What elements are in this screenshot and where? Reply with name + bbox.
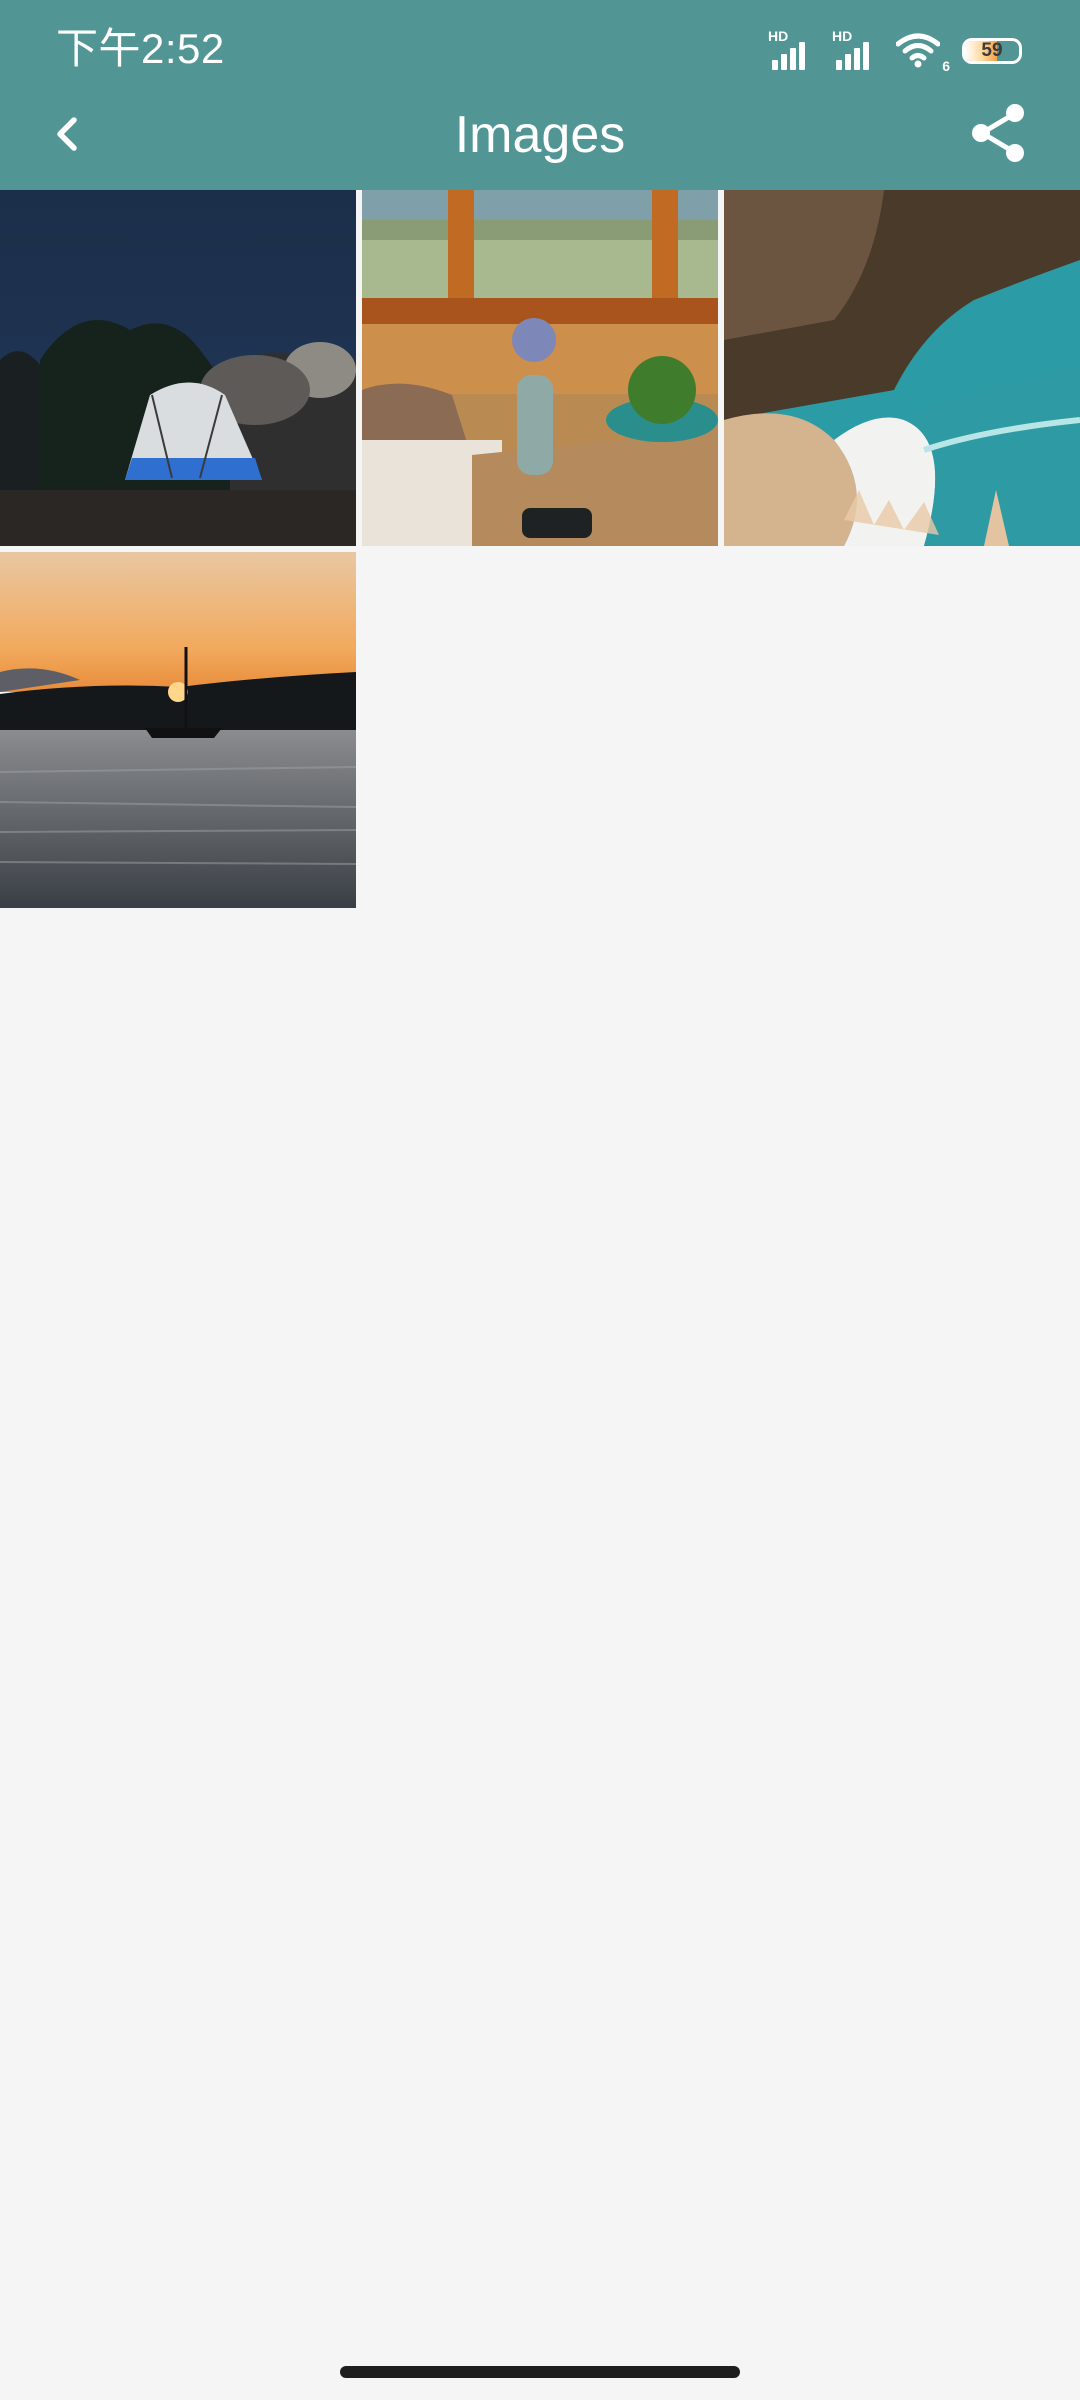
share-icon (972, 104, 1024, 162)
screen: 下午2:52 HD HD 6 59 Images (0, 0, 1080, 2400)
battery-icon: 59 (962, 38, 1022, 64)
image-thumbnail-tent[interactable] (0, 190, 356, 546)
page-title: Images (454, 106, 626, 164)
wifi-icon: 6 (895, 32, 950, 74)
home-indicator[interactable] (340, 2366, 740, 2378)
signal-icon: HD (768, 28, 814, 72)
image-thumbnail-sailboat[interactable] (0, 552, 356, 908)
share-button[interactable] (968, 102, 1030, 164)
top-app-bar: 下午2:52 HD HD 6 59 Images (0, 0, 1080, 190)
image-thumbnail-cabin[interactable] (362, 190, 718, 546)
wifi-badge: 6 (942, 58, 950, 74)
signal-icon: HD (832, 28, 878, 72)
battery-percent: 59 (981, 40, 1003, 61)
status-icons: HD HD 6 59 (768, 26, 1022, 74)
status-time: 下午2:52 (56, 25, 225, 72)
image-thumbnail-coast[interactable] (724, 190, 1080, 546)
